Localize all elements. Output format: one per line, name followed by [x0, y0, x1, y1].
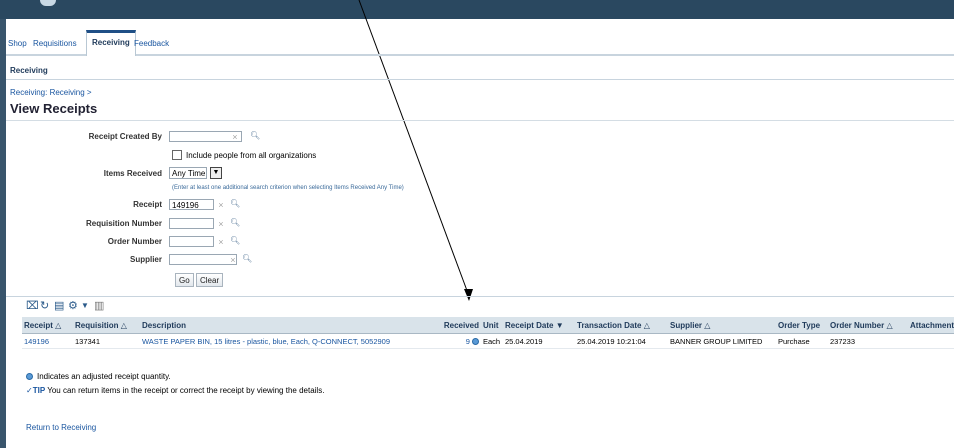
search-icon[interactable]: 🔍︎ [250, 131, 260, 140]
divider [6, 296, 954, 297]
go-button[interactable]: Go [175, 273, 194, 287]
col-transaction-date[interactable]: Transaction Date △ [575, 317, 668, 334]
col-requisition[interactable]: Requisition △ [73, 317, 140, 334]
order-number-label: Order Number [107, 237, 162, 246]
breadcrumb[interactable]: Receiving: Receiving > [10, 88, 92, 97]
chevron-down-icon[interactable]: ▼ [210, 167, 222, 179]
col-order-type[interactable]: Order Type [776, 317, 828, 334]
received-cell: 9 [436, 333, 481, 349]
receipt-input[interactable]: 149196 [169, 199, 214, 210]
main-tabs: Shop Requisitions Receiving Feedback [6, 30, 954, 56]
attachments-cell [908, 333, 954, 349]
detach-icon[interactable]: ⌧ [26, 300, 39, 312]
search-icon[interactable]: 🔍︎ [242, 254, 252, 263]
include-people-checkbox[interactable] [172, 150, 182, 160]
search-hint: (Enter at least one additional search cr… [172, 185, 404, 191]
received-quantity-link[interactable]: 9 [466, 337, 470, 346]
tab-receiving[interactable]: Receiving [86, 30, 136, 56]
search-icon[interactable]: 🔍︎ [230, 218, 240, 227]
receipt-label: Receipt [133, 200, 162, 209]
order-number-input[interactable] [169, 236, 214, 247]
clear-button[interactable]: Clear [196, 273, 224, 287]
col-receipt[interactable]: Receipt △ [22, 317, 73, 334]
tab-requisitions[interactable]: Requisitions [33, 39, 77, 48]
description-link[interactable]: WASTE PAPER BIN, 15 litres - plastic, bl… [140, 333, 436, 349]
clear-icon[interactable]: ⨯ [232, 133, 238, 141]
subtab-receiving[interactable]: Receiving [10, 66, 48, 75]
tab-shop[interactable]: Shop [8, 39, 27, 48]
receipt-created-by-label: Receipt Created By [88, 132, 162, 141]
col-unit[interactable]: Unit [481, 317, 503, 334]
receipt-date-cell: 25.04.2019 [503, 333, 575, 349]
unit-cell: Each [481, 333, 503, 349]
divider [6, 120, 954, 121]
col-receipt-date[interactable]: Receipt Date ▼ [503, 317, 575, 334]
tip-icon: ✓ [26, 386, 33, 395]
supplier-input[interactable] [169, 254, 237, 265]
settings-icon[interactable]: ⚙ [68, 300, 78, 312]
table-row: 149196 137341 WASTE PAPER BIN, 15 litres… [22, 333, 954, 349]
clear-icon[interactable]: ⨯ [218, 220, 224, 228]
items-received-select[interactable]: Any Time [169, 167, 207, 179]
include-people-label: Include people from all organizations [186, 151, 317, 160]
info-icon [26, 373, 33, 381]
transaction-date-cell: 25.04.2019 10:21:04 [575, 333, 668, 349]
col-received[interactable]: Received [436, 317, 481, 334]
clear-icon[interactable]: ⨯ [218, 201, 224, 209]
divider [6, 79, 954, 80]
clear-icon[interactable]: ⨯ [230, 256, 236, 264]
info-icon [472, 338, 479, 346]
col-order-number[interactable]: Order Number △ [828, 317, 908, 334]
supplier-cell: BANNER GROUP LIMITED [668, 333, 776, 349]
table-header-row: Receipt △ Requisition △ Description Rece… [22, 317, 954, 334]
col-description[interactable]: Description [140, 317, 436, 334]
return-to-receiving-link[interactable]: Return to Receiving [26, 423, 96, 432]
page-title: View Receipts [10, 101, 98, 116]
search-icon[interactable]: 🔍︎ [230, 236, 240, 245]
supplier-label: Supplier [129, 255, 162, 264]
order-number-cell: 237233 [828, 333, 908, 349]
columns-icon[interactable]: ▥ [94, 300, 104, 312]
refresh-icon[interactable]: ↻ [40, 300, 49, 312]
requisition-cell: 137341 [73, 333, 140, 349]
requisition-number-input[interactable] [169, 218, 214, 229]
tab-feedback[interactable]: Feedback [134, 39, 169, 48]
receipts-table: Receipt △ Requisition △ Description Rece… [22, 317, 954, 349]
export-icon[interactable]: ▤ [54, 300, 64, 312]
adjusted-note: Indicates an adjusted receipt quantity. [26, 372, 171, 381]
tip-note: ✓TIP You can return items in the receipt… [26, 386, 325, 395]
order-type-cell: Purchase [776, 333, 828, 349]
receipt-link[interactable]: 149196 [22, 333, 73, 349]
col-attachments[interactable]: Attachments [908, 317, 954, 334]
items-received-label: Items Received [103, 169, 162, 178]
dropdown-icon[interactable]: ▼ [81, 300, 89, 312]
col-supplier[interactable]: Supplier △ [668, 317, 776, 334]
clear-icon[interactable]: ⨯ [218, 238, 224, 246]
requisition-number-label: Requisition Number [85, 219, 162, 228]
search-icon[interactable]: 🔍︎ [230, 199, 240, 208]
